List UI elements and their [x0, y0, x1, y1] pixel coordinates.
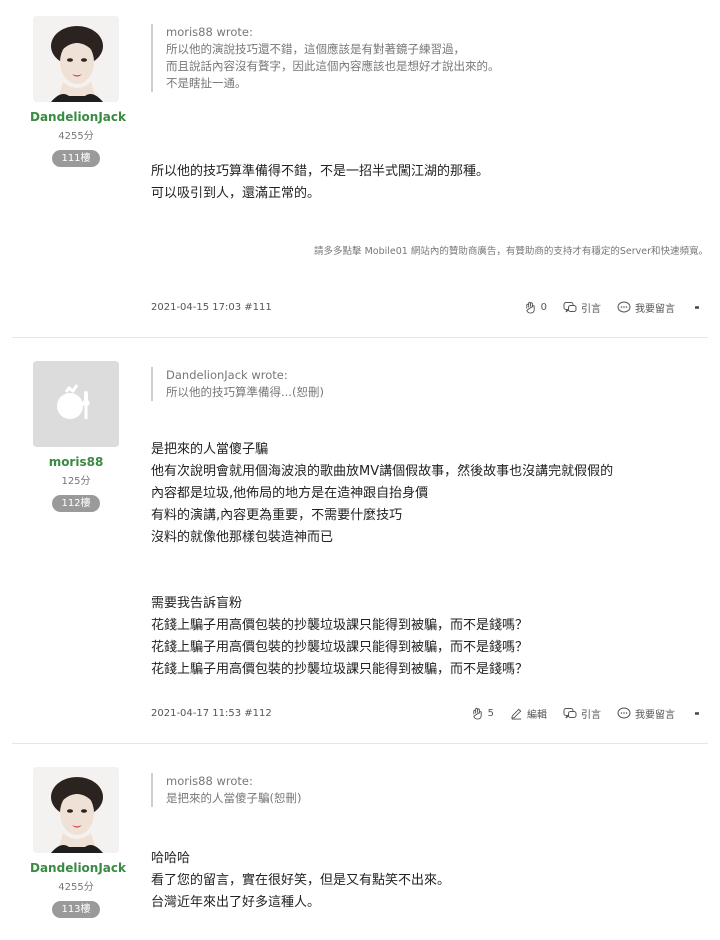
quote-bubble-icon: [563, 708, 577, 719]
user-score: 4255分: [58, 882, 94, 893]
user-score: 4255分: [58, 131, 94, 142]
reply-button[interactable]: 我要留言: [617, 300, 675, 315]
post-1-content: moris88 wrote: 所以他的演說技巧還不錯，這個應該是有對著鏡子練習過…: [151, 24, 711, 205]
body-line: 沒料的就像他那樣包裝造神而已: [151, 530, 334, 545]
post-body: 所以他的技巧算準備得不錯，不是一招半式闖江湖的那種。 可以吸引到人，還滿正常的。: [151, 161, 711, 205]
like-count: 0: [540, 302, 547, 313]
username[interactable]: DandelionJack: [30, 110, 126, 124]
quote-line: 而且說話內容沒有贅字，因此這個內容應該也是想好才說出來的。: [166, 59, 500, 73]
quote-block: DandelionJack wrote: 所以他的技巧算準備得...(恕刪): [151, 367, 711, 401]
post-2-content: DandelionJack wrote: 所以他的技巧算準備得...(恕刪) 是…: [151, 367, 711, 681]
body-line: 所以他的技巧算準備得不錯，不是一招半式闖江湖的那種。: [151, 164, 490, 179]
quote-label: 引言: [581, 710, 601, 721]
body-line: 可以吸引到人，還滿正常的。: [151, 186, 321, 201]
more-options-icon[interactable]: [695, 305, 699, 311]
quote-line: 所以他的演說技巧還不錯，這個應該是有對著鏡子練習過，: [166, 42, 465, 56]
edit-button[interactable]: 編輯: [510, 706, 547, 721]
post-3-content: moris88 wrote: 是把來的人當傻子騙(恕刪) 哈哈哈 看了您的留言，…: [151, 773, 711, 914]
body-line: [151, 549, 711, 571]
clap-hand-icon: [472, 707, 482, 720]
quote-line: 所以他的技巧算準備得...(恕刪): [166, 385, 324, 399]
post-2-footer: 2021-04-17 11:53 #112 5 編輯 引言 我要留言: [151, 706, 711, 724]
comment-icon: [617, 707, 631, 719]
portrait-avatar-image: [33, 16, 119, 102]
body-line: 他有次說明會就用個海波浪的歌曲放MV講個假故事，然後故事也沒講完就假假的: [151, 464, 614, 479]
body-line: 花錢上騙子用高價包裝的抄襲垃圾課只能得到被騙，而不是錢嗎？: [151, 618, 529, 633]
post-date: 2021-04-17 11:53 #112: [151, 708, 272, 719]
clap-hand-icon: [525, 301, 535, 314]
body-line: 台灣近年來出了好多這種人。: [151, 895, 321, 910]
avatar[interactable]: [33, 16, 119, 102]
default-avatar-icon: [33, 361, 119, 447]
quote-line: 是把來的人當傻子騙(恕刪): [166, 791, 302, 805]
quote-author: DandelionJack wrote:: [166, 368, 288, 382]
quote-button[interactable]: 引言: [563, 300, 601, 315]
username[interactable]: DandelionJack: [30, 861, 126, 875]
post-body: 哈哈哈 看了您的留言，實在很好笑，但是又有點笑不出來。 台灣近年來出了好多這種人…: [151, 848, 711, 914]
sponsor-notice: 請多多點擊 Mobile01 網站內的贊助商廣告，有贊助商的支持才有穩定的Ser…: [314, 246, 708, 257]
body-line: 需要我告訴盲粉: [151, 596, 243, 611]
body-line: 有料的演講,內容更為重要，不需要什麼技巧: [151, 508, 403, 523]
post-3-author: DandelionJack 4255分 113樓: [30, 767, 126, 918]
portrait-avatar-image: [33, 767, 119, 853]
body-line: 內容都是垃圾,他佈局的地方是在造神跟自抬身價: [151, 486, 429, 501]
post-divider: [12, 743, 708, 744]
quote-line: 不是瞎扯一通。: [166, 76, 247, 90]
avatar[interactable]: [33, 767, 119, 853]
reply-label: 我要留言: [635, 304, 675, 315]
body-line: 是把來的人當傻子騙: [151, 442, 269, 457]
post-divider: [12, 337, 708, 338]
like-count: 5: [487, 708, 494, 719]
user-score: 125分: [61, 476, 91, 487]
post-body: 是把來的人當傻子騙 他有次說明會就用個海波浪的歌曲放MV講個假故事，然後故事也沒…: [151, 439, 711, 681]
floor-badge: 113樓: [52, 901, 100, 918]
floor-badge: 112樓: [52, 495, 100, 512]
post-2-author: moris88 125分 112樓: [30, 361, 122, 512]
body-line: 看了您的留言，實在很好笑，但是又有點笑不出來。: [151, 873, 451, 888]
quote-block: moris88 wrote: 所以他的演說技巧還不錯，這個應該是有對著鏡子練習過…: [151, 24, 711, 92]
body-line: 花錢上騙子用高價包裝的抄襲垃圾課只能得到被騙，而不是錢嗎？: [151, 640, 529, 655]
like-button[interactable]: 5: [471, 707, 494, 720]
quote-bubble-icon: [563, 302, 577, 313]
post-1-author: DandelionJack 4255分 111樓: [30, 16, 126, 167]
quote-author: moris88 wrote:: [166, 25, 253, 39]
quote-label: 引言: [581, 304, 601, 315]
post-1-footer: 2021-04-15 17:03 #111 0 引言 我要留言: [151, 300, 711, 318]
body-line: 花錢上騙子用高價包裝的抄襲垃圾課只能得到被騙，而不是錢嗎？: [151, 662, 529, 677]
edit-label: 編輯: [527, 710, 547, 721]
quote-author: moris88 wrote:: [166, 774, 253, 788]
quote-block: moris88 wrote: 是把來的人當傻子騙(恕刪): [151, 773, 711, 807]
more-options-icon[interactable]: [695, 711, 699, 717]
like-button[interactable]: 0: [524, 301, 547, 314]
reply-button[interactable]: 我要留言: [617, 706, 675, 721]
floor-badge: 111樓: [52, 150, 100, 167]
avatar[interactable]: [33, 361, 119, 447]
comment-icon: [617, 301, 631, 313]
post-date: 2021-04-15 17:03 #111: [151, 302, 272, 313]
quote-button[interactable]: 引言: [563, 706, 601, 721]
reply-label: 我要留言: [635, 710, 675, 721]
body-line: [151, 571, 711, 593]
body-line: 哈哈哈: [151, 851, 191, 866]
pencil-icon: [511, 708, 522, 720]
username[interactable]: moris88: [30, 455, 122, 469]
